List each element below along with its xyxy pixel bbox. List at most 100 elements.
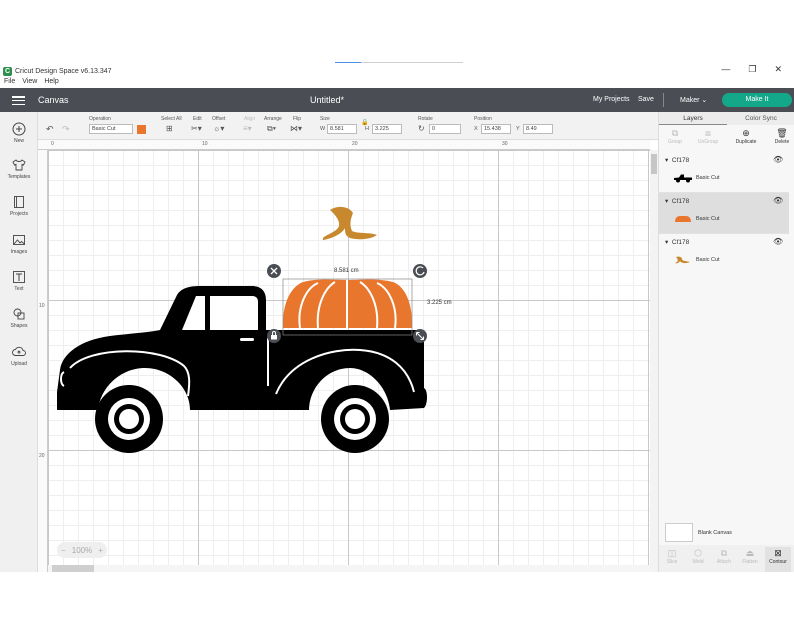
ruler-tick-label: 10 bbox=[39, 303, 45, 309]
minimize-button[interactable]: — bbox=[721, 64, 730, 78]
edit-toolbar: ↶ ↷ Operation Basic Cut Select All ⊞ Edi… bbox=[38, 112, 658, 140]
group-button[interactable]: ⧉ Group bbox=[661, 128, 689, 145]
vertical-scrollbar[interactable] bbox=[650, 150, 658, 572]
ruler-tick-label: 0 bbox=[51, 141, 54, 147]
flip-icon[interactable]: ⋈▾ bbox=[290, 124, 302, 134]
ruler-horizontal: 0 10 20 30 bbox=[38, 140, 650, 150]
layer-group-truck[interactable]: ▾ Cf178 👁 Basic Cut bbox=[659, 152, 789, 192]
horizontal-scrollbar[interactable] bbox=[48, 565, 650, 572]
save-button[interactable]: Save bbox=[638, 96, 654, 103]
tab-color-sync[interactable]: Color Sync bbox=[727, 112, 794, 125]
layer-group-header[interactable]: ▾ Cf178 bbox=[665, 156, 689, 164]
resize-handle-icon[interactable] bbox=[413, 329, 427, 343]
operation-color-swatch[interactable] bbox=[137, 125, 146, 134]
menu-help[interactable]: Help bbox=[44, 78, 58, 88]
maximize-button[interactable]: ❐ bbox=[748, 64, 756, 78]
sidebar-item-new[interactable]: New bbox=[0, 122, 38, 144]
zoom-out-button[interactable]: − bbox=[61, 546, 66, 555]
rotate-input[interactable]: 0 bbox=[429, 124, 461, 134]
menu-view[interactable]: View bbox=[22, 78, 37, 88]
eye-icon[interactable]: 👁 bbox=[773, 155, 783, 164]
menu-file[interactable]: File bbox=[4, 78, 15, 88]
image-icon bbox=[12, 233, 26, 247]
width-input[interactable]: 8.581 bbox=[327, 124, 357, 134]
sidebar-item-projects[interactable]: Projects bbox=[0, 195, 38, 217]
y-prefix: Y bbox=[516, 126, 520, 132]
flatten-label: Flatten bbox=[742, 559, 758, 565]
zoom-in-button[interactable]: + bbox=[98, 546, 103, 555]
width-value: 8.581 bbox=[330, 126, 344, 132]
vertical-scroll-thumb[interactable] bbox=[651, 154, 657, 174]
redo-icon[interactable]: ↷ bbox=[62, 124, 70, 134]
tab-layers[interactable]: Layers bbox=[659, 112, 727, 125]
layer-group-header[interactable]: ▾ Cf178 bbox=[665, 238, 689, 246]
offset-icon[interactable]: ☼▾ bbox=[213, 124, 224, 134]
undo-icon[interactable]: ↶ bbox=[46, 124, 54, 134]
edit-scissors-icon[interactable]: ✂▾ bbox=[191, 124, 202, 134]
sidebar-item-text[interactable]: Text bbox=[0, 270, 38, 292]
horizontal-scroll-thumb[interactable] bbox=[52, 565, 94, 572]
layer-group-pumpkin[interactable]: ▾ Cf178 👁 Basic Cut bbox=[659, 193, 789, 233]
sidebar-item-images[interactable]: Images bbox=[0, 233, 38, 255]
attach-icon: ⧉ bbox=[720, 548, 728, 558]
shapes-icon bbox=[12, 307, 26, 321]
flatten-icon: ⏏ bbox=[745, 548, 755, 558]
section-title: Canvas bbox=[38, 95, 69, 105]
ungroup-button[interactable]: ⧈ UnGroup bbox=[694, 128, 722, 145]
sidebar-item-templates[interactable]: Templates bbox=[0, 158, 38, 180]
machine-label: Maker bbox=[680, 97, 700, 104]
arrange-label: Arrange bbox=[264, 116, 282, 122]
close-window-button[interactable]: ✕ bbox=[774, 64, 782, 78]
slice-button[interactable]: ◫ Slice bbox=[659, 547, 685, 565]
ruler-tick-label: 30 bbox=[502, 141, 508, 147]
attach-button[interactable]: ⧉ Attach bbox=[711, 547, 737, 565]
sidebar-item-upload[interactable]: Upload bbox=[0, 345, 38, 367]
machine-select[interactable]: Maker ⌄ bbox=[680, 96, 707, 104]
position-x-input[interactable]: 15.438 bbox=[481, 124, 511, 134]
delete-button[interactable]: 🗑 Delete bbox=[768, 128, 794, 145]
select-all-icon[interactable]: ⊞ bbox=[166, 124, 173, 134]
sidebar-label-shapes: Shapes bbox=[10, 323, 28, 329]
flatten-button[interactable]: ⏏ Flatten bbox=[737, 547, 763, 565]
arrange-icon[interactable]: ⧉▾ bbox=[267, 124, 276, 134]
layer-group-stem[interactable]: ▾ Cf178 👁 Basic Cut bbox=[659, 234, 789, 274]
position-label: Position bbox=[474, 116, 492, 122]
projects-icon bbox=[12, 195, 26, 209]
blank-canvas-label: Blank Canvas bbox=[698, 530, 732, 536]
design-canvas[interactable] bbox=[48, 150, 650, 572]
sidebar-label-templates: Templates bbox=[7, 174, 31, 180]
delete-handle-icon[interactable] bbox=[267, 264, 281, 278]
ruler-vertical: 10 20 bbox=[38, 150, 48, 572]
rotate-value: 0 bbox=[432, 126, 436, 132]
size-label: Size bbox=[320, 116, 330, 122]
weld-button[interactable]: ⬡ Weld bbox=[685, 547, 711, 565]
app-header: Canvas Untitled* My Projects Save Maker … bbox=[0, 88, 794, 112]
layers-panel: Layers Color Sync ⧉ Group ⧈ UnGroup ⊕ Dupli… bbox=[658, 112, 794, 572]
app-window: C Cricut Design Space v6.13.347 — ❐ ✕ Fi… bbox=[0, 0, 794, 638]
duplicate-button[interactable]: ⊕ Duplicate bbox=[732, 128, 760, 145]
height-input[interactable]: 3.225 bbox=[372, 124, 402, 134]
my-projects-button[interactable]: My Projects bbox=[593, 96, 630, 103]
trash-icon: 🗑 bbox=[776, 128, 788, 138]
position-y-input[interactable]: 8.49 bbox=[523, 124, 553, 134]
window-titlebar: C Cricut Design Space v6.13.347 — ❐ ✕ bbox=[0, 64, 794, 78]
lock-handle-icon[interactable] bbox=[267, 329, 281, 343]
attach-label: Attach bbox=[716, 559, 732, 565]
app-name: Cricut Design Space bbox=[15, 67, 79, 75]
eye-icon[interactable]: 👁 bbox=[773, 196, 783, 205]
sidebar-item-shapes[interactable]: Shapes bbox=[0, 307, 38, 329]
align-icon[interactable]: ≡▾ bbox=[243, 124, 252, 134]
height-prefix: H bbox=[365, 126, 369, 132]
sidebar-label-projects: Projects bbox=[9, 211, 29, 217]
sidebar-label-images: Images bbox=[10, 249, 28, 255]
stem-thumbnail-icon bbox=[675, 256, 690, 264]
contour-button[interactable]: ⊠ Contour bbox=[765, 547, 791, 572]
sidebar-label-text: Text bbox=[14, 286, 24, 292]
make-it-button[interactable]: Make It bbox=[722, 93, 792, 107]
hamburger-menu-icon[interactable] bbox=[12, 96, 25, 106]
operation-select[interactable]: Basic Cut bbox=[89, 124, 133, 134]
rotate-handle-icon[interactable] bbox=[413, 264, 427, 278]
layer-group-header[interactable]: ▾ Cf178 bbox=[665, 197, 689, 205]
blank-canvas-swatch[interactable] bbox=[665, 523, 693, 542]
eye-icon[interactable]: 👁 bbox=[773, 237, 783, 246]
